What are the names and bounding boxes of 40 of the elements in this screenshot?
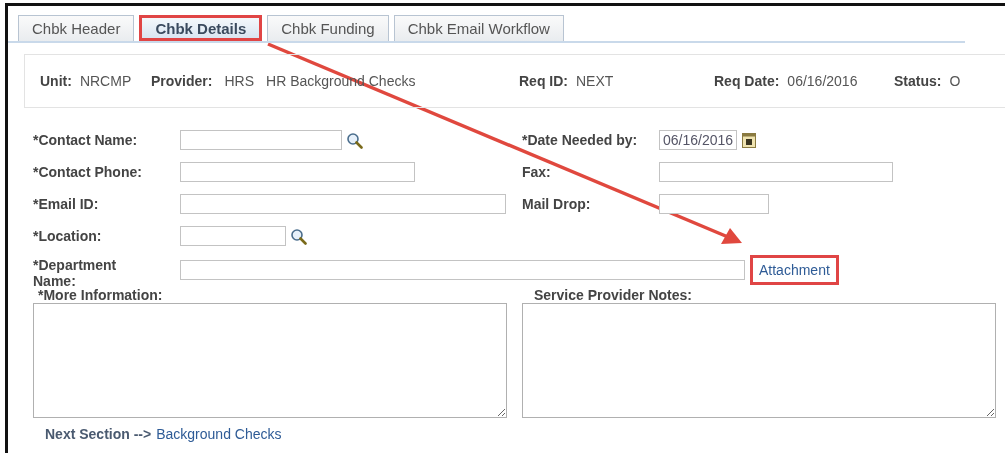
field-value: NEXT <box>576 73 614 89</box>
tab[interactable]: Chbk Header <box>18 15 135 41</box>
field-label: Status: <box>894 73 942 89</box>
field-label: Mail Drop: <box>522 196 592 212</box>
text-area[interactable] <box>522 303 996 418</box>
field-label: *More Information: <box>37 288 164 302</box>
field-label: *Location: <box>33 228 103 244</box>
field-label: *Department Name: <box>33 257 118 289</box>
text-area[interactable] <box>33 303 507 418</box>
input-field[interactable] <box>659 162 893 182</box>
field-value: O <box>949 73 961 89</box>
field-label: *Date Needed by: <box>522 132 639 148</box>
date-field[interactable]: 06/16/2016 <box>659 130 738 150</box>
input-field[interactable] <box>180 130 342 150</box>
field-label: Unit: <box>40 73 72 89</box>
input-field[interactable] <box>180 162 415 182</box>
field-label: *Contact Phone: <box>33 164 143 180</box>
field-label: Req Date: <box>714 73 780 89</box>
field-label: Fax: <box>522 164 552 180</box>
tab[interactable]: Chbk Funding <box>267 15 389 41</box>
field-value: NRCMP <box>79 73 132 89</box>
section-link[interactable]: Background Checks <box>156 426 282 442</box>
calendar-icon[interactable] <box>742 132 757 148</box>
field-label: *Email ID: <box>33 196 100 212</box>
next-section-label: Next Section --> <box>45 426 152 442</box>
attachment-link[interactable]: Attachment <box>750 255 839 285</box>
input-field[interactable] <box>180 226 286 246</box>
field-label: Req ID: <box>519 73 568 89</box>
field-label: *Contact Name: <box>33 132 139 148</box>
input-field[interactable] <box>659 194 769 214</box>
input-field[interactable] <box>180 260 745 280</box>
search-icon[interactable] <box>290 227 307 245</box>
search-icon[interactable] <box>346 131 363 149</box>
field-label: Provider: <box>151 73 213 89</box>
tab[interactable]: Chbk Email Workflow <box>393 15 564 41</box>
field-value: HRS <box>224 73 255 89</box>
tab[interactable]: Chbk Details <box>139 15 263 41</box>
field-label: Service Provider Notes: <box>533 288 693 302</box>
field-value: 06/16/2016 <box>787 73 858 89</box>
input-field[interactable] <box>180 194 506 214</box>
